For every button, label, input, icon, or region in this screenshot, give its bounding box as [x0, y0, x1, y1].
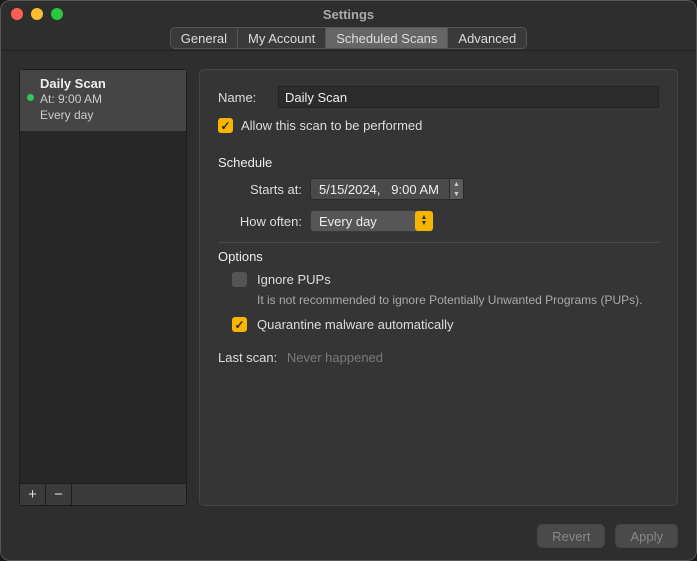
main-row: Daily Scan At: 9:00 AM Every day + − Nam…: [19, 69, 678, 506]
scan-item-frequency: Every day: [40, 107, 176, 123]
last-scan-row: Last scan: Never happened: [218, 350, 659, 365]
apply-button[interactable]: Apply: [615, 524, 678, 548]
scan-list: Daily Scan At: 9:00 AM Every day: [20, 70, 186, 483]
zoom-window-button[interactable]: [51, 8, 63, 20]
chevron-up-icon: ▲: [450, 179, 463, 189]
footer: Revert Apply: [19, 516, 678, 548]
tab-my-account[interactable]: My Account: [238, 28, 326, 48]
close-window-button[interactable]: [11, 8, 23, 20]
options-heading: Options: [218, 249, 659, 264]
revert-button[interactable]: Revert: [537, 524, 605, 548]
scan-name-input[interactable]: [278, 86, 659, 108]
starts-at-stepper[interactable]: ▲ ▼: [450, 178, 464, 200]
schedule-heading: Schedule: [218, 155, 659, 170]
add-scan-button[interactable]: +: [20, 484, 46, 505]
scan-item-name: Daily Scan: [40, 76, 176, 91]
quarantine-label: Quarantine malware automatically: [257, 317, 454, 332]
minimize-window-button[interactable]: [31, 8, 43, 20]
tab-advanced[interactable]: Advanced: [448, 28, 526, 48]
starts-at-label: Starts at:: [232, 182, 302, 197]
starts-at-field: ▲ ▼: [310, 178, 464, 200]
tab-group: General My Account Scheduled Scans Advan…: [170, 27, 527, 49]
scan-list-item[interactable]: Daily Scan At: 9:00 AM Every day: [20, 70, 186, 131]
divider: [218, 242, 659, 243]
ignore-pups-label: Ignore PUPs: [257, 272, 331, 287]
starts-at-input[interactable]: [310, 178, 450, 200]
chevron-down-icon: ▼: [450, 189, 463, 199]
scan-detail-pane: Name: ✓ Allow this scan to be performed …: [199, 69, 678, 506]
status-dot-icon: [27, 94, 34, 101]
how-often-label: How often:: [232, 214, 302, 229]
tab-scheduled-scans[interactable]: Scheduled Scans: [326, 28, 448, 48]
allow-scan-checkbox[interactable]: ✓: [218, 118, 233, 133]
allow-scan-label: Allow this scan to be performed: [241, 118, 422, 133]
last-scan-value: Never happened: [287, 350, 383, 365]
remove-scan-button[interactable]: −: [46, 484, 72, 505]
titlebar: Settings: [1, 1, 696, 27]
ignore-pups-hint: It is not recommended to ignore Potentia…: [257, 293, 659, 307]
tab-general[interactable]: General: [171, 28, 238, 48]
scan-item-time: At: 9:00 AM: [40, 91, 176, 107]
tabbar: General My Account Scheduled Scans Advan…: [1, 27, 696, 51]
ignore-pups-checkbox[interactable]: [232, 272, 247, 287]
window-controls: [11, 8, 63, 20]
scan-list-toolbar: + −: [20, 483, 186, 505]
content: Daily Scan At: 9:00 AM Every day + − Nam…: [1, 51, 696, 560]
scan-list-sidebar: Daily Scan At: 9:00 AM Every day + −: [19, 69, 187, 506]
name-label: Name:: [218, 90, 270, 105]
select-arrows-icon: ▲▼: [415, 211, 433, 231]
window-title: Settings: [323, 7, 374, 22]
how-often-value: Every day: [319, 214, 377, 229]
settings-window: Settings General My Account Scheduled Sc…: [0, 0, 697, 561]
last-scan-label: Last scan:: [218, 350, 277, 365]
quarantine-checkbox[interactable]: ✓: [232, 317, 247, 332]
